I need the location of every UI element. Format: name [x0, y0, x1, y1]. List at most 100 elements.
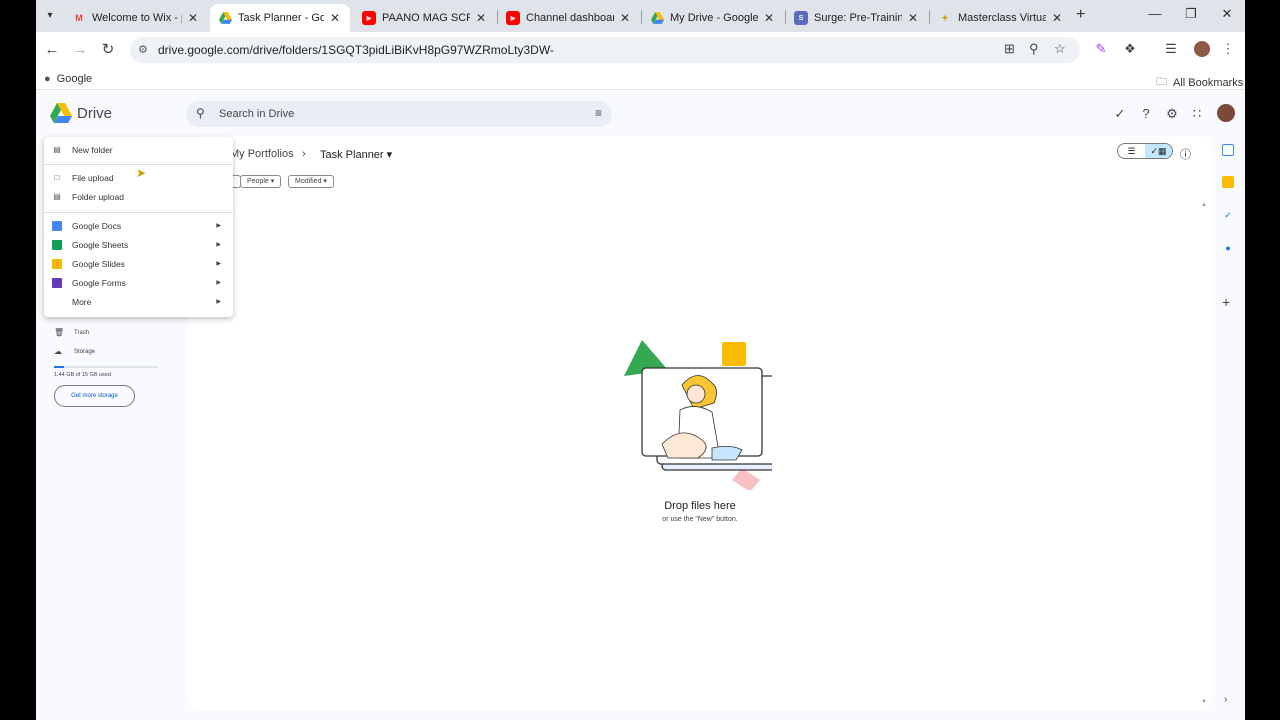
- drive-app-name[interactable]: Drive: [77, 105, 112, 122]
- menu-divider: [44, 164, 233, 165]
- new-tab-button[interactable]: +: [1076, 6, 1085, 24]
- screen-left-border: [0, 0, 36, 720]
- list-view-button[interactable]: ☰: [1118, 144, 1145, 158]
- close-tab-icon[interactable]: ✕: [328, 11, 342, 25]
- minimize-button[interactable]: —: [1140, 6, 1170, 21]
- bookmark-google[interactable]: ● Google: [44, 73, 92, 85]
- search-options-icon[interactable]: ≡: [595, 106, 602, 120]
- browser-menu-icon[interactable]: ⋮: [1219, 41, 1237, 57]
- help-icon[interactable]: ?: [1137, 106, 1155, 121]
- menu-divider: [44, 212, 233, 213]
- screen-right-border: [1245, 0, 1280, 720]
- submenu-arrow-icon: ▶: [216, 242, 221, 248]
- tab-strip: ▾ M Welcome to Wix - p ✕ Task Planner - …: [36, 0, 1245, 32]
- bookmark-star-icon[interactable]: ☆: [1054, 41, 1066, 57]
- storage-usage-bar: [54, 366, 158, 368]
- view-toggle: ☰ ✓▦: [1117, 143, 1173, 159]
- pen-extension-icon[interactable]: ✎: [1092, 41, 1110, 57]
- tasks-icon[interactable]: ✓: [1222, 209, 1234, 221]
- sidebar-item-trash[interactable]: 🗑 Trash: [54, 328, 89, 337]
- submenu-arrow-icon: ▶: [216, 261, 221, 267]
- new-item-menu: ▤ New folder □ File upload ▤ Folder uplo…: [44, 137, 233, 317]
- drive-icon: [218, 11, 232, 25]
- youtube-icon: ▶: [362, 11, 376, 25]
- filter-chip-modified[interactable]: Modified ▾: [288, 175, 334, 188]
- tab-paano[interactable]: ▶ PAANO MAG SCREEN ✕: [354, 4, 496, 32]
- settings-gear-icon[interactable]: ⚙: [1163, 106, 1181, 122]
- tab-task-planner[interactable]: Task Planner - Goog ✕: [210, 4, 350, 32]
- breadcrumb-parent[interactable]: My Portfolios: [230, 148, 294, 160]
- menu-item-google-forms[interactable]: Google Forms ▶: [44, 273, 233, 292]
- drive-search-input[interactable]: ⚲ Search in Drive ≡: [186, 101, 612, 127]
- details-info-icon[interactable]: ⓘ: [1180, 146, 1191, 162]
- profile-avatar[interactable]: [1194, 41, 1210, 57]
- install-app-icon[interactable]: ⊞: [1004, 41, 1015, 57]
- zoom-icon[interactable]: ⚲: [1029, 41, 1039, 57]
- search-placeholder: Search in Drive: [219, 108, 295, 120]
- hide-panel-chevron-icon[interactable]: ›: [1224, 694, 1227, 705]
- back-button[interactable]: ←: [42, 40, 62, 60]
- drive-logo-icon[interactable]: [50, 103, 72, 123]
- menu-item-google-docs[interactable]: Google Docs ▶: [44, 216, 233, 235]
- close-tab-icon[interactable]: ✕: [1050, 11, 1064, 25]
- more-icon: [52, 297, 62, 307]
- masterclass-icon: ✦: [941, 12, 949, 23]
- close-tab-icon[interactable]: ✕: [906, 11, 920, 25]
- reload-button[interactable]: ↻: [98, 40, 118, 60]
- sheets-icon: [52, 239, 62, 250]
- account-avatar[interactable]: [1217, 104, 1235, 122]
- menu-item-google-slides[interactable]: Google Slides ▶: [44, 254, 233, 273]
- filter-chip-people[interactable]: People ▾: [240, 175, 282, 188]
- ready-offline-icon[interactable]: ✓: [1111, 106, 1129, 122]
- file-upload-icon: □: [54, 173, 60, 182]
- extensions-icon[interactable]: ❖: [1121, 41, 1139, 57]
- menu-item-more[interactable]: More ▶: [44, 292, 233, 311]
- restore-button[interactable]: ❐: [1176, 6, 1206, 22]
- contacts-icon[interactable]: ●: [1222, 242, 1234, 254]
- gmail-icon: M: [75, 13, 83, 23]
- get-more-storage-button[interactable]: Get more storage: [54, 385, 135, 407]
- keep-icon[interactable]: [1222, 176, 1234, 188]
- site-info-icon[interactable]: ⚙: [138, 43, 148, 56]
- mouse-cursor-icon: ➤: [136, 166, 147, 180]
- scroll-up-arrow[interactable]: ▲: [1201, 202, 1207, 208]
- close-tab-icon[interactable]: ✕: [186, 11, 200, 25]
- youtube-icon: ▶: [506, 11, 520, 25]
- tab-channel-dashboard[interactable]: ▶ Channel dashboard ✕: [498, 4, 640, 32]
- slides-icon: [52, 258, 62, 269]
- menu-item-folder-upload[interactable]: ▤ Folder upload: [44, 187, 233, 206]
- breadcrumb-current[interactable]: Task Planner ▾: [320, 148, 392, 161]
- media-queue-icon[interactable]: ☰: [1162, 41, 1180, 57]
- tab-surge[interactable]: S Surge: Pre-Training ✕: [786, 4, 928, 32]
- menu-item-google-sheets[interactable]: Google Sheets ▶: [44, 235, 233, 254]
- apps-grid-icon[interactable]: ∷: [1188, 106, 1206, 122]
- close-tab-icon[interactable]: ✕: [618, 11, 632, 25]
- get-addons-icon[interactable]: +: [1222, 294, 1230, 310]
- bookmarks-bar: ● Google 🗀 All Bookmarks: [36, 68, 1245, 90]
- grid-view-button[interactable]: ✓▦: [1145, 144, 1172, 158]
- close-tab-icon[interactable]: ✕: [762, 11, 776, 25]
- tab-my-drive[interactable]: My Drive - Google D ✕: [642, 4, 784, 32]
- tab-masterclass[interactable]: ✦ Masterclass Virtual A ✕: [930, 4, 1072, 32]
- trash-icon: 🗑: [54, 328, 65, 337]
- calendar-icon[interactable]: [1222, 144, 1234, 156]
- search-icon[interactable]: ⚲: [196, 106, 205, 120]
- scroll-down-arrow[interactable]: ▼: [1201, 699, 1207, 705]
- close-tab-icon[interactable]: ✕: [474, 11, 488, 25]
- main-content: My Portfolios › Task Planner ▾ People ▾ …: [188, 136, 1212, 710]
- sidebar-item-storage[interactable]: ☁ Storage: [54, 347, 95, 356]
- submenu-arrow-icon: ▶: [216, 280, 221, 286]
- close-window-button[interactable]: ✕: [1212, 6, 1242, 22]
- empty-folder-illustration: [624, 340, 772, 490]
- breadcrumb-chevron-icon: ›: [302, 148, 306, 160]
- storage-usage-text: 1.44 GB of 15 GB used: [54, 372, 111, 378]
- tab-search-button[interactable]: ▾: [40, 6, 60, 26]
- new-folder-icon: ▤: [53, 145, 61, 154]
- submenu-arrow-icon: ▶: [216, 299, 221, 305]
- side-panel: ✓ ● + ›: [1212, 136, 1245, 710]
- tab-wix[interactable]: M Welcome to Wix - p ✕: [64, 4, 208, 32]
- forward-button[interactable]: →: [70, 40, 90, 60]
- folder-upload-icon: ▤: [53, 192, 61, 201]
- address-bar[interactable]: ⚙ drive.google.com/drive/folders/1SGQT3p…: [130, 37, 1080, 63]
- menu-item-new-folder[interactable]: ▤ New folder: [44, 140, 233, 159]
